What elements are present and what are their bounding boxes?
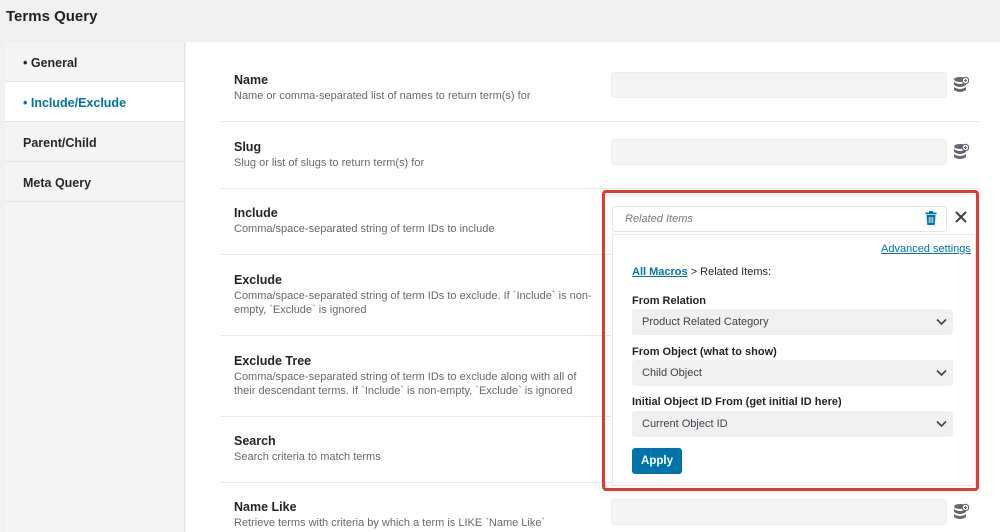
from-relation-label: From Relation <box>632 295 706 307</box>
from-relation-value: Product Related Category <box>642 316 769 328</box>
field-description: Comma/space-separated string of term IDs… <box>234 223 495 235</box>
breadcrumb-current: > Related Items: <box>687 266 772 278</box>
field-row-slug: Slug Slug or list of slugs to return ter… <box>220 122 980 189</box>
field-label: Search <box>234 434 276 448</box>
macro-header-input[interactable]: Related Items <box>612 206 947 232</box>
macro-header-placeholder: Related Items <box>625 213 693 225</box>
field-description: Retrieve terms with criteria by which a … <box>234 517 546 529</box>
chevron-down-icon <box>936 420 947 428</box>
sidebar-item-meta-query[interactable]: Meta Query <box>5 162 184 202</box>
macro-popup: Related Items Advanced settings All Macr… <box>612 204 976 486</box>
advanced-settings-link[interactable]: Advanced settings <box>881 243 971 255</box>
close-icon[interactable] <box>955 211 967 223</box>
breadcrumb: All Macros > Related Items: <box>632 266 771 278</box>
field-description: Comma/space-separated string of term IDs… <box>234 371 577 397</box>
field-label: Name <box>234 73 269 87</box>
from-object-select[interactable]: Child Object <box>632 360 953 386</box>
name-input[interactable] <box>611 72 947 98</box>
from-object-value: Child Object <box>642 367 702 379</box>
field-description: Comma/space-separated string of term IDs… <box>234 290 592 316</box>
macro-settings-panel: Advanced settings All Macros > Related I… <box>612 234 976 486</box>
initial-id-value: Current Object ID <box>642 418 728 430</box>
page-title: Terms Query <box>6 8 98 25</box>
all-macros-link[interactable]: All Macros <box>632 266 688 278</box>
field-label: Slug <box>234 140 262 154</box>
trash-icon[interactable] <box>925 211 937 225</box>
sidebar: • General • Include/Exclude Parent/Child… <box>5 42 185 532</box>
from-object-label: From Object (what to show) <box>632 346 777 358</box>
chevron-down-icon <box>936 369 947 377</box>
name-like-input[interactable] <box>611 499 947 525</box>
field-description: Name or comma-separated list of names to… <box>234 90 531 102</box>
sidebar-item-include-exclude[interactable]: • Include/Exclude <box>5 82 184 122</box>
title-bar: Terms Query <box>0 0 1000 42</box>
database-icon[interactable] <box>953 76 969 94</box>
initial-id-label: Initial Object ID From (get initial ID h… <box>632 396 842 408</box>
field-description: Slug or list of slugs to return term(s) … <box>234 157 425 169</box>
chevron-down-icon <box>936 318 947 326</box>
sidebar-item-general[interactable]: • General <box>5 42 184 82</box>
apply-button[interactable]: Apply <box>632 448 682 474</box>
field-label: Name Like <box>234 500 297 514</box>
sidebar-item-parent-child[interactable]: Parent/Child <box>5 122 184 162</box>
field-description: Search criteria to match terms <box>234 451 381 463</box>
database-icon[interactable] <box>953 503 969 521</box>
field-label: Exclude Tree <box>234 354 312 368</box>
slug-input[interactable] <box>611 139 947 165</box>
from-relation-select[interactable]: Product Related Category <box>632 309 953 335</box>
initial-id-select[interactable]: Current Object ID <box>632 411 953 437</box>
database-icon[interactable] <box>953 143 969 161</box>
field-label: Exclude <box>234 273 282 287</box>
field-row-name: Name Name or comma-separated list of nam… <box>220 56 980 122</box>
field-label: Include <box>234 206 278 220</box>
